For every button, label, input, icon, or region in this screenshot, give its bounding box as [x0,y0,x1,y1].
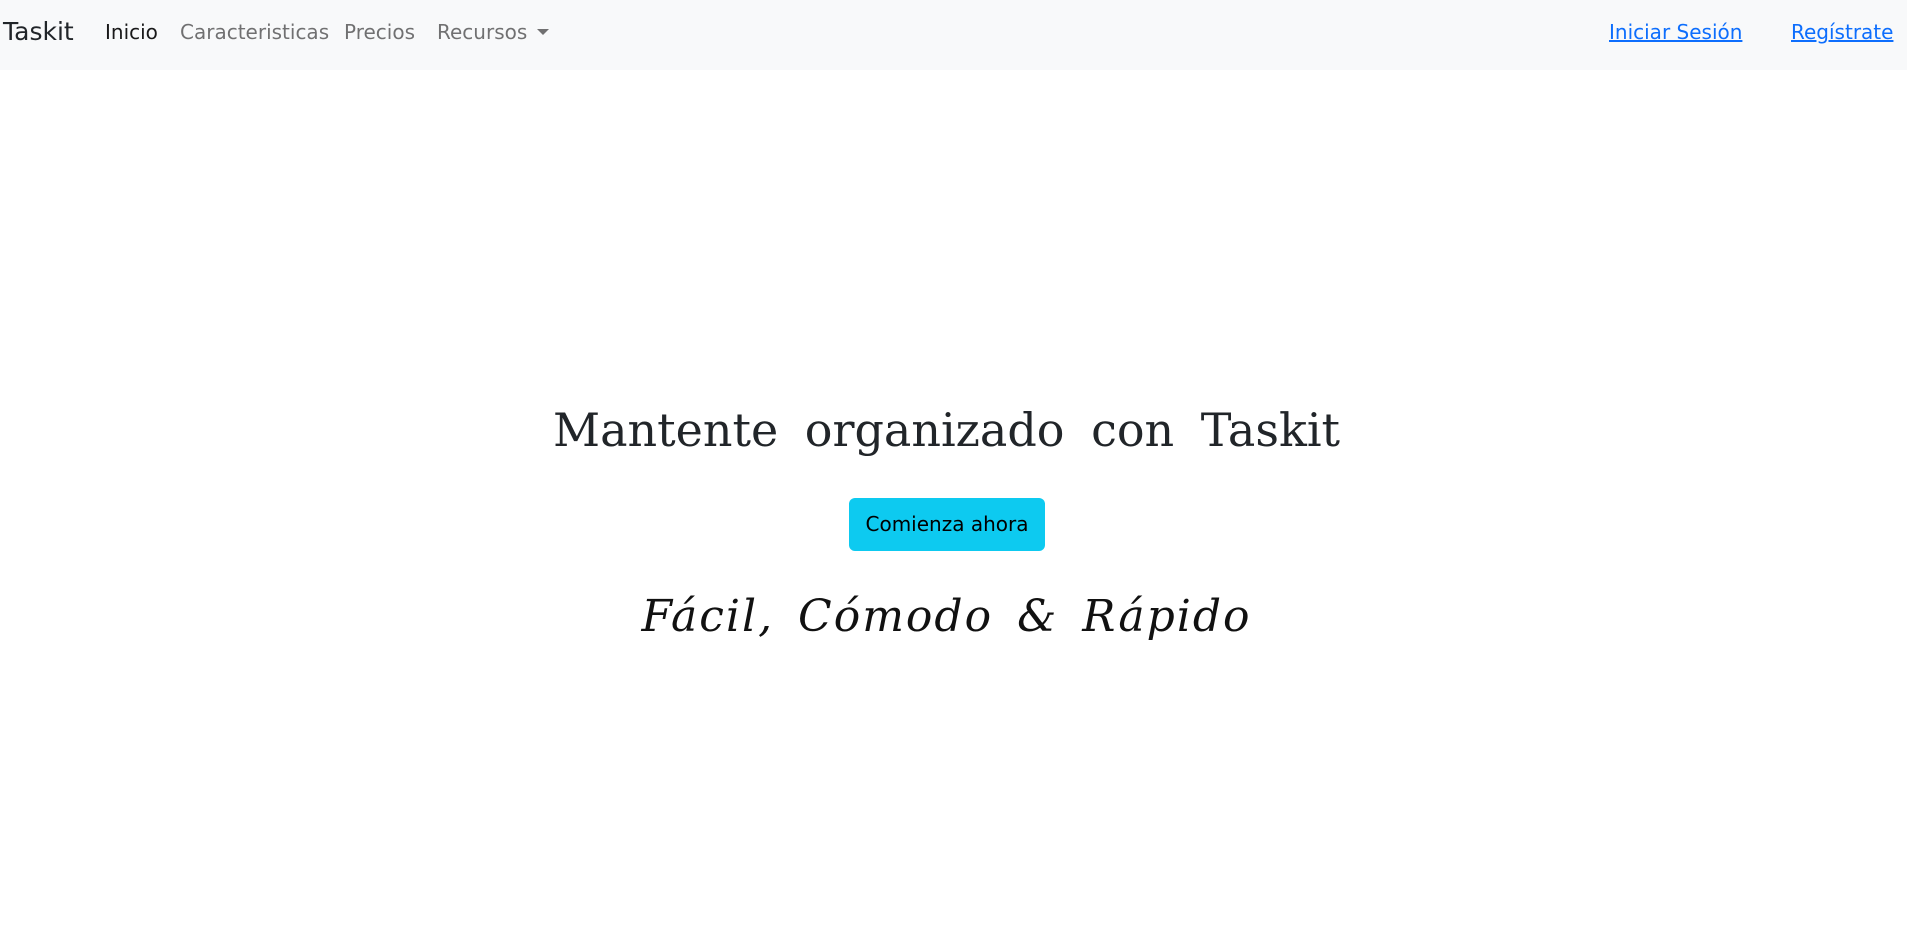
nav-item-recursos-label: Recursos [437,20,528,44]
nav-item-recursos-dropdown[interactable]: Recursos [437,18,550,46]
chevron-down-icon [537,29,550,35]
get-started-button[interactable]: Comienza ahora [849,498,1045,551]
register-link[interactable]: Regístrate [1791,18,1893,46]
top-navbar: Taskit Inicio Caracteristicas Precios Re… [0,0,1907,70]
nav-item-caracteristicas[interactable]: Caracteristicas [180,18,329,46]
nav-item-precios[interactable]: Precios [344,18,415,46]
hero-tagline: Fácil, Cómodo & Rápido [641,591,1252,642]
nav-item-inicio[interactable]: Inicio [105,18,158,46]
brand-logo-link[interactable]: Taskit [3,14,74,50]
login-link[interactable]: Iniciar Sesión [1609,18,1742,46]
hero-title: Mantente organizado con Taskit [552,403,1341,457]
